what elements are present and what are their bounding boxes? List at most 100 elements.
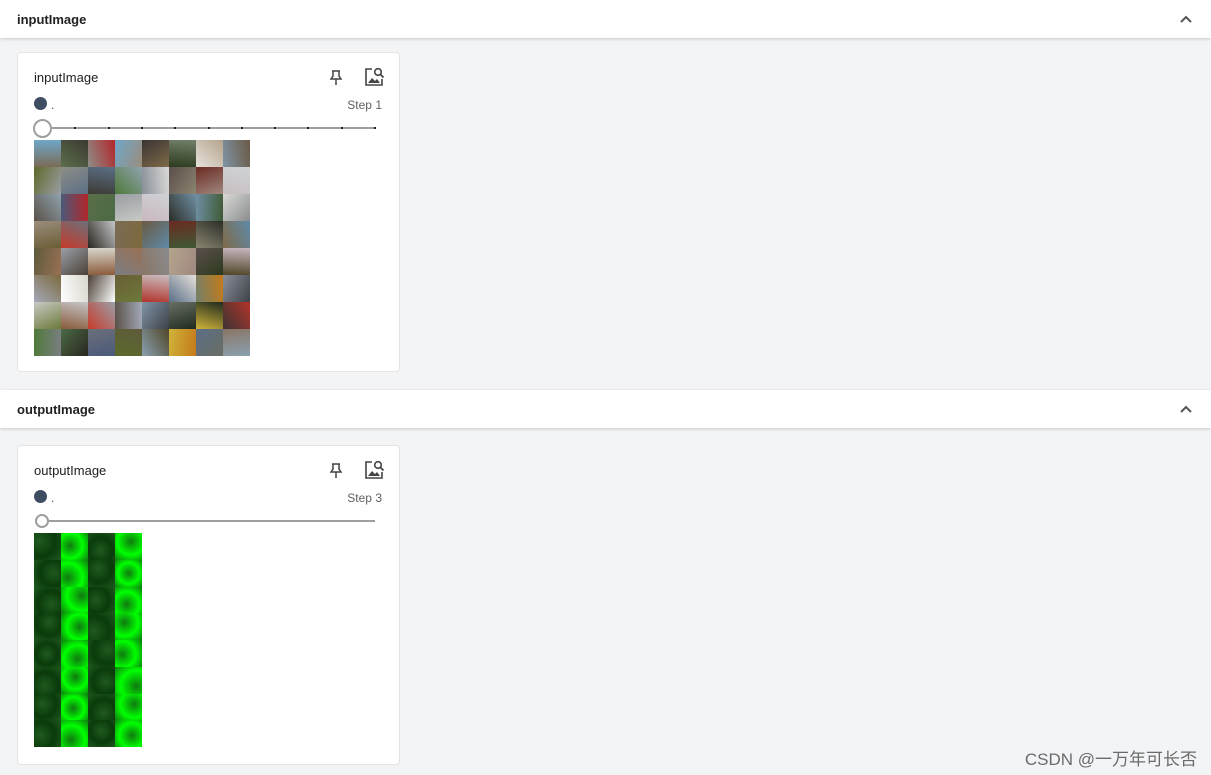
image-tile	[88, 167, 115, 194]
feature-map-tile	[88, 640, 115, 667]
image-tile	[196, 302, 223, 329]
step-slider-thumb[interactable]	[35, 514, 49, 528]
image-tile	[88, 194, 115, 221]
feature-map-tile	[88, 613, 115, 640]
image-tile	[88, 275, 115, 302]
feature-map-tile	[61, 693, 88, 721]
image-tile	[34, 167, 61, 194]
image-tile	[61, 302, 88, 329]
section-header-inputimage[interactable]: inputImage	[0, 0, 1211, 38]
image-tile	[223, 248, 250, 275]
image-tile	[34, 329, 61, 356]
step-label: Step 1	[347, 98, 382, 112]
feature-map-tile	[61, 533, 88, 560]
feature-map-tile	[61, 640, 88, 667]
image-tile	[196, 221, 223, 248]
collapse-button[interactable]	[1177, 10, 1195, 28]
card-title: outputImage	[34, 463, 107, 478]
image-tile	[142, 194, 169, 221]
image-tile	[61, 221, 88, 248]
pin-icon	[329, 463, 343, 478]
step-slider[interactable]	[42, 520, 375, 522]
image-tile	[34, 275, 61, 302]
image-tile	[169, 248, 196, 275]
open-image-viewer-button[interactable]	[363, 66, 385, 88]
image-tile	[169, 275, 196, 302]
step-slider[interactable]	[42, 127, 376, 129]
image-card-inputimage: inputImage . Step 1	[17, 52, 400, 372]
image-tile	[196, 167, 223, 194]
feature-map-tile	[115, 693, 142, 721]
image-tile	[34, 302, 61, 329]
run-color-dot	[34, 490, 47, 503]
step-label: Step 3	[347, 491, 382, 505]
feature-map-tile	[34, 693, 61, 721]
run-name: .	[51, 98, 55, 112]
image-tile	[223, 275, 250, 302]
feature-map-tile	[61, 586, 88, 614]
feature-map-tile	[61, 559, 88, 587]
feature-map-tile	[115, 720, 142, 747]
image-grid[interactable]	[34, 140, 250, 356]
image-tile	[142, 248, 169, 275]
image-tile	[223, 167, 250, 194]
slider-tick	[340, 127, 343, 129]
slider-tick	[374, 127, 376, 129]
image-tile	[115, 194, 142, 221]
image-tile	[115, 302, 142, 329]
image-tile	[142, 167, 169, 194]
image-tile	[196, 329, 223, 356]
feature-map-grid[interactable]	[34, 533, 142, 747]
watermark: CSDN @一万年可长否	[1024, 750, 1197, 769]
section-header-outputimage[interactable]: outputImage	[0, 390, 1211, 428]
image-tile	[142, 275, 169, 302]
section-title: outputImage	[17, 401, 95, 417]
image-tile	[115, 329, 142, 356]
chevron-up-icon	[1180, 15, 1192, 23]
image-tile	[34, 140, 61, 167]
image-tile	[223, 302, 250, 329]
image-tile	[223, 140, 250, 167]
feature-map-tile	[61, 720, 88, 747]
slider-tick	[207, 127, 210, 129]
chevron-up-icon	[1180, 405, 1192, 413]
image-tile	[169, 167, 196, 194]
section-title: inputImage	[17, 11, 87, 27]
open-image-viewer-button[interactable]	[363, 459, 385, 481]
collapse-button[interactable]	[1177, 400, 1195, 418]
image-tile	[115, 248, 142, 275]
image-tile	[61, 167, 88, 194]
feature-map-tile	[115, 613, 142, 640]
slider-tick	[74, 127, 77, 129]
run-color-dot	[34, 97, 47, 110]
feature-map-tile	[88, 559, 115, 587]
image-tile	[88, 140, 115, 167]
feature-map-tile	[61, 666, 88, 694]
image-tile	[169, 329, 196, 356]
image-tile	[34, 194, 61, 221]
image-tile	[142, 221, 169, 248]
feature-map-tile	[34, 586, 61, 614]
image-tile	[223, 329, 250, 356]
slider-tick	[140, 127, 143, 129]
pin-button[interactable]	[325, 460, 347, 482]
image-tile	[88, 248, 115, 275]
image-tile	[196, 275, 223, 302]
image-tile	[61, 140, 88, 167]
slider-tick	[174, 127, 177, 129]
image-search-icon	[365, 67, 385, 86]
image-tile	[61, 194, 88, 221]
feature-map-tile	[34, 559, 61, 587]
image-tile	[223, 221, 250, 248]
pin-button[interactable]	[325, 67, 347, 89]
image-search-icon	[365, 460, 385, 479]
step-slider-thumb[interactable]	[33, 119, 52, 138]
feature-map-tile	[88, 720, 115, 747]
image-tile	[34, 248, 61, 275]
image-card-outputimage: outputImage . Step 3	[17, 445, 400, 765]
image-tile	[142, 140, 169, 167]
image-tile	[61, 248, 88, 275]
feature-map-tile	[115, 640, 142, 667]
feature-map-tile	[88, 586, 115, 614]
feature-map-tile	[34, 613, 61, 640]
